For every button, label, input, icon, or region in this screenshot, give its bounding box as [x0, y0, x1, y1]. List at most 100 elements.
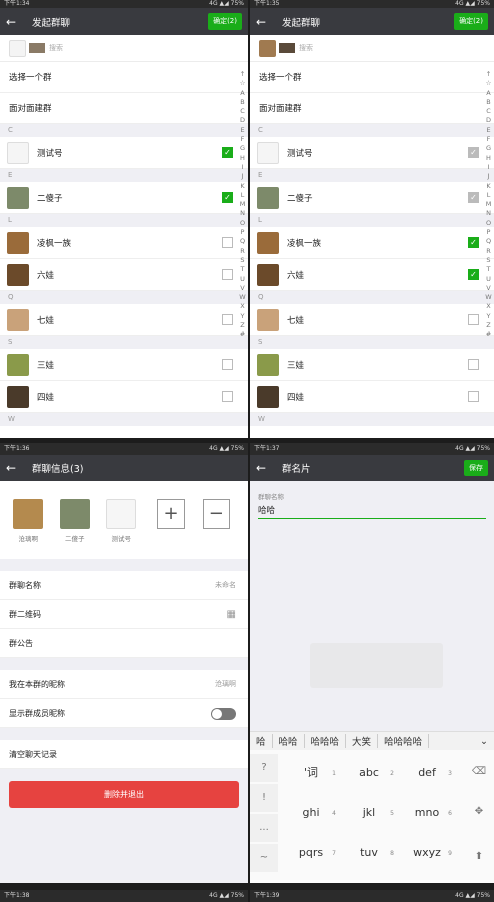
index-letter[interactable]: J: [484, 172, 493, 181]
member-item[interactable]: 二傻子: [58, 499, 90, 543]
index-letter[interactable]: A: [238, 89, 247, 98]
index-letter[interactable]: G: [238, 144, 247, 153]
select-checkbox[interactable]: ✓: [222, 192, 233, 203]
group-notice-row[interactable]: 群公告: [0, 629, 248, 658]
index-letter[interactable]: C: [484, 107, 493, 116]
index-letter[interactable]: F: [238, 135, 247, 144]
punct-key-question[interactable]: ?: [250, 754, 278, 782]
index-letter[interactable]: O: [484, 219, 493, 228]
index-letter[interactable]: L: [238, 191, 247, 200]
index-letter[interactable]: O: [238, 219, 247, 228]
index-letter[interactable]: ☆: [238, 79, 247, 88]
index-letter[interactable]: N: [238, 209, 247, 218]
index-letter[interactable]: J: [238, 172, 247, 181]
member-item[interactable]: 沧璃啊: [12, 499, 44, 543]
face-to-face-row[interactable]: 面对面建群: [0, 93, 248, 124]
contact-row[interactable]: 三娃: [250, 349, 494, 381]
index-letter[interactable]: Z: [238, 321, 247, 330]
index-letter[interactable]: C: [238, 107, 247, 116]
index-letter[interactable]: L: [484, 191, 493, 200]
delete-and-exit-button[interactable]: 删除并退出: [9, 781, 239, 808]
key-4[interactable]: 4 ghi: [284, 796, 338, 830]
index-letter[interactable]: U: [238, 275, 247, 284]
suggestion-item[interactable]: 哈哈: [273, 734, 305, 748]
index-letter[interactable]: P: [484, 228, 493, 237]
index-letter[interactable]: ☆: [484, 79, 493, 88]
index-letter[interactable]: Y: [484, 312, 493, 321]
index-letter[interactable]: R: [484, 247, 493, 256]
group-name-row[interactable]: 群聊名称 未命名: [0, 571, 248, 600]
index-letter[interactable]: K: [484, 182, 493, 191]
remove-member-button[interactable]: −: [202, 499, 230, 529]
cursor-move-icon[interactable]: ✥: [464, 800, 494, 824]
back-arrow-icon[interactable]: ←: [256, 15, 278, 29]
back-arrow-icon[interactable]: ←: [6, 15, 28, 29]
select-checkbox[interactable]: [222, 314, 233, 325]
index-letter[interactable]: #: [484, 330, 493, 339]
index-letter[interactable]: X: [484, 302, 493, 311]
contact-row[interactable]: 测试号 ✓: [250, 137, 494, 169]
contact-row[interactable]: 凌枫一族 ✓: [250, 227, 494, 259]
index-letter[interactable]: W: [484, 293, 493, 302]
key-6[interactable]: 6 mno: [400, 796, 454, 830]
index-letter[interactable]: B: [484, 98, 493, 107]
confirm-button[interactable]: 确定(2): [208, 13, 242, 30]
select-group-row[interactable]: 选择一个群: [0, 62, 248, 93]
save-button[interactable]: 保存: [464, 460, 488, 476]
index-letter[interactable]: W: [238, 293, 247, 302]
face-to-face-row[interactable]: 面对面建群: [250, 93, 494, 124]
select-checkbox[interactable]: ✓: [468, 237, 479, 248]
confirm-button[interactable]: 确定(2): [454, 13, 488, 30]
index-letter[interactable]: ↑: [484, 70, 493, 79]
key-3[interactable]: 3 def: [400, 756, 454, 790]
select-checkbox[interactable]: [222, 269, 233, 280]
punct-key-tilde[interactable]: ~: [250, 844, 278, 872]
select-checkbox[interactable]: [468, 314, 479, 325]
index-letter[interactable]: T: [238, 265, 247, 274]
index-letter[interactable]: V: [238, 284, 247, 293]
select-group-row[interactable]: 选择一个群: [250, 62, 494, 93]
index-letter[interactable]: ↑: [238, 70, 247, 79]
index-letter[interactable]: G: [484, 144, 493, 153]
select-checkbox[interactable]: [222, 359, 233, 370]
alphabet-index[interactable]: ↑ ☆ A B C D E F G H I J K L M N O P Q R S T U V W X Y Z #: [484, 70, 493, 340]
punct-key-ellipsis[interactable]: ...: [250, 814, 278, 842]
key-5[interactable]: 5 jkl: [342, 796, 396, 830]
index-letter[interactable]: T: [484, 265, 493, 274]
contact-row[interactable]: 七娃: [0, 304, 248, 336]
index-letter[interactable]: E: [238, 126, 247, 135]
key-1[interactable]: 1 '词: [284, 756, 338, 790]
contact-row[interactable]: 六娃 ✓: [250, 259, 494, 291]
index-letter[interactable]: Q: [484, 237, 493, 246]
select-checkbox[interactable]: ✓: [468, 192, 479, 203]
contact-row[interactable]: 四娃: [250, 381, 494, 413]
index-letter[interactable]: M: [238, 200, 247, 209]
index-letter[interactable]: Y: [238, 312, 247, 321]
back-arrow-icon[interactable]: ←: [6, 461, 28, 475]
index-letter[interactable]: M: [484, 200, 493, 209]
index-letter[interactable]: R: [238, 247, 247, 256]
contact-row[interactable]: 二傻子 ✓: [0, 182, 248, 214]
enter-icon[interactable]: ⬆: [464, 845, 494, 869]
index-letter[interactable]: I: [238, 163, 247, 172]
punct-key-exclaim[interactable]: !: [250, 784, 278, 812]
contact-row[interactable]: 凌枫一族: [0, 227, 248, 259]
key-2[interactable]: 2 abc: [342, 756, 396, 790]
index-letter[interactable]: B: [238, 98, 247, 107]
index-letter[interactable]: E: [484, 126, 493, 135]
expand-suggestions-icon[interactable]: ⌄: [474, 736, 494, 747]
index-letter[interactable]: P: [238, 228, 247, 237]
search-bar[interactable]: 搜索: [0, 35, 248, 62]
index-letter[interactable]: H: [238, 154, 247, 163]
contact-row[interactable]: 四娃: [0, 381, 248, 413]
my-nickname-row[interactable]: 我在本群的昵称 沧璃啊: [0, 670, 248, 699]
index-letter[interactable]: #: [238, 330, 247, 339]
index-letter[interactable]: N: [484, 209, 493, 218]
contact-row[interactable]: 六娃: [0, 259, 248, 291]
index-letter[interactable]: Q: [238, 237, 247, 246]
select-checkbox[interactable]: ✓: [222, 147, 233, 158]
member-item[interactable]: 测试号: [105, 499, 137, 543]
index-letter[interactable]: I: [484, 163, 493, 172]
index-letter[interactable]: V: [484, 284, 493, 293]
index-letter[interactable]: S: [238, 256, 247, 265]
